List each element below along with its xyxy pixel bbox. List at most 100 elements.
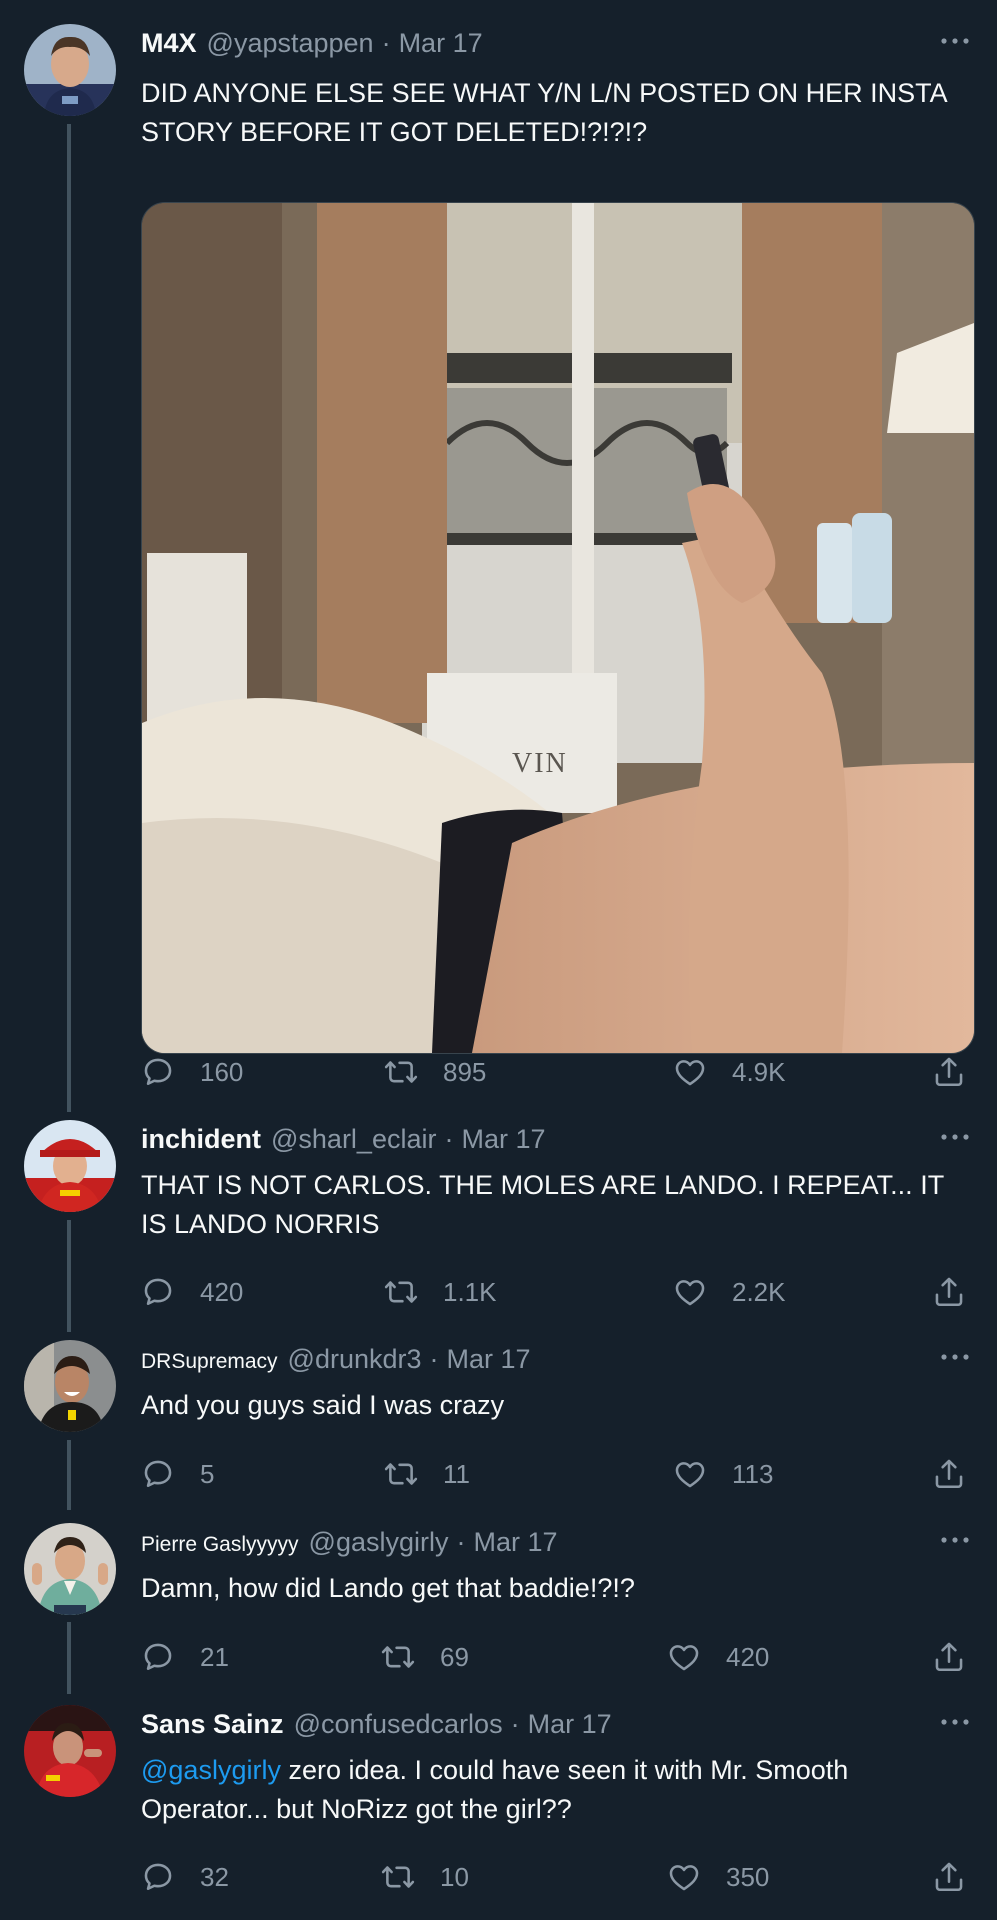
- share-button[interactable]: [932, 1272, 991, 1312]
- retweet-button[interactable]: 10: [381, 1857, 469, 1897]
- photo-bag-text: VIN: [512, 748, 568, 779]
- tweet-header: inchident @sharl_eclair · Mar 17: [141, 1124, 546, 1158]
- tweet-date[interactable]: Mar 17: [528, 1709, 612, 1740]
- display-name[interactable]: DRSupremacy: [141, 1350, 278, 1374]
- separator-dot: ·: [444, 1124, 454, 1154]
- speech-bubble-icon: [141, 1457, 175, 1491]
- tweet-text: THAT IS NOT CARLOS. THE MOLES ARE LANDO.…: [141, 1170, 944, 1239]
- more-button[interactable]: [935, 1122, 975, 1152]
- retweet-button[interactable]: 69: [381, 1637, 469, 1677]
- more-button[interactable]: [935, 1342, 975, 1372]
- like-count: 4.9K: [732, 1056, 786, 1087]
- user-handle[interactable]: @confusedcarlos: [294, 1709, 503, 1740]
- more-button[interactable]: [935, 1525, 975, 1555]
- reply-count: 21: [200, 1641, 229, 1672]
- tweet-header: Pierre Gaslyyyyy @gaslygirly · Mar 17: [141, 1527, 558, 1561]
- speech-bubble-icon: [141, 1860, 175, 1894]
- heart-icon: [667, 1860, 701, 1894]
- avatar[interactable]: [24, 1523, 116, 1615]
- display-name[interactable]: Pierre Gaslyyyyy: [141, 1533, 299, 1557]
- retweet-button[interactable]: 895: [384, 1052, 486, 1092]
- tweet-date[interactable]: Mar 17: [473, 1527, 557, 1558]
- retweet-button[interactable]: 1.1K: [384, 1272, 497, 1312]
- heart-icon: [673, 1457, 707, 1491]
- like-count: 2.2K: [732, 1276, 786, 1307]
- more-dots-icon: [940, 1133, 970, 1141]
- reply-button[interactable]: 160: [141, 1052, 243, 1092]
- tweet[interactable]: Sans Sainz @confusedcarlos · Mar 17 @gas…: [0, 1705, 997, 1915]
- tweet[interactable]: Pierre Gaslyyyyy @gaslygirly · Mar 17 Da…: [0, 1523, 997, 1673]
- user-handle[interactable]: @drunkdr3: [288, 1344, 422, 1375]
- mention-link[interactable]: @gaslygirly: [141, 1755, 281, 1785]
- retweet-arrows-icon: [384, 1457, 418, 1491]
- more-dots-icon: [940, 37, 970, 45]
- user-handle[interactable]: @yapstappen: [207, 28, 374, 59]
- tweet-text: And you guys said I was crazy: [141, 1390, 505, 1420]
- like-button[interactable]: 2.2K: [673, 1272, 786, 1312]
- retweet-arrows-icon: [384, 1055, 418, 1089]
- tweet-date[interactable]: Mar 17: [399, 28, 483, 59]
- tweet-header: M4X @yapstappen · Mar 17: [141, 28, 483, 62]
- speech-bubble-icon: [141, 1055, 175, 1089]
- share-button[interactable]: [932, 1454, 991, 1494]
- reply-button[interactable]: 21: [141, 1637, 229, 1677]
- tweet[interactable]: inchident @sharl_eclair · Mar 17 THAT IS…: [0, 1120, 997, 1330]
- like-button[interactable]: 4.9K: [673, 1052, 786, 1092]
- more-button[interactable]: [935, 1707, 975, 1737]
- tweet-date[interactable]: Mar 17: [461, 1124, 545, 1155]
- retweet-count: 10: [440, 1861, 469, 1892]
- tweet-actions: 420 1.1K 2.2K: [141, 1272, 971, 1312]
- display-name[interactable]: inchident: [141, 1124, 261, 1155]
- share-button[interactable]: [932, 1052, 991, 1092]
- like-count: 420: [726, 1641, 770, 1672]
- share-upload-icon: [932, 1055, 966, 1089]
- share-upload-icon: [932, 1860, 966, 1894]
- reply-count: 5: [200, 1458, 215, 1489]
- share-button[interactable]: [932, 1857, 991, 1897]
- avatar[interactable]: [24, 24, 116, 116]
- tweet[interactable]: DRSupremacy @drunkdr3 · Mar 17 And you g…: [0, 1340, 997, 1490]
- more-dots-icon: [940, 1718, 970, 1726]
- separator-dot: ·: [429, 1344, 439, 1374]
- tweet-actions: 21 69 420: [141, 1637, 971, 1677]
- more-dots-icon: [940, 1536, 970, 1544]
- retweet-count: 11: [443, 1458, 470, 1489]
- avatar[interactable]: [24, 1705, 116, 1797]
- speech-bubble-icon: [141, 1640, 175, 1674]
- like-button[interactable]: 113: [673, 1454, 773, 1494]
- share-upload-icon: [932, 1275, 966, 1309]
- tweet[interactable]: M4X @yapstappen · Mar 17 DID ANYONE ELSE…: [0, 24, 997, 1094]
- tweet-date[interactable]: Mar 17: [447, 1344, 531, 1375]
- like-button[interactable]: 420: [667, 1637, 769, 1677]
- reply-count: 32: [200, 1861, 229, 1892]
- retweet-arrows-icon: [381, 1860, 415, 1894]
- display-name[interactable]: M4X: [141, 28, 197, 59]
- like-button[interactable]: 350: [667, 1857, 769, 1897]
- reply-count: 160: [200, 1056, 244, 1087]
- retweet-arrows-icon: [381, 1640, 415, 1674]
- speech-bubble-icon: [141, 1275, 175, 1309]
- reply-button[interactable]: 420: [141, 1272, 243, 1312]
- avatar[interactable]: [24, 1340, 116, 1432]
- separator-dot: ·: [510, 1709, 520, 1739]
- heart-icon: [667, 1640, 701, 1674]
- user-handle[interactable]: @gaslygirly: [309, 1527, 449, 1558]
- heart-icon: [673, 1275, 707, 1309]
- tweet-header: DRSupremacy @drunkdr3 · Mar 17: [141, 1344, 531, 1378]
- retweet-button[interactable]: 11: [384, 1454, 470, 1494]
- more-button[interactable]: [935, 26, 975, 56]
- reply-button[interactable]: 32: [141, 1857, 229, 1897]
- tweet-photo[interactable]: VIN: [141, 202, 975, 1054]
- share-button[interactable]: [932, 1637, 991, 1677]
- share-upload-icon: [932, 1457, 966, 1491]
- reply-button[interactable]: 5: [141, 1454, 214, 1494]
- share-upload-icon: [932, 1640, 966, 1674]
- tweet-actions: 32 10 350: [141, 1857, 971, 1897]
- avatar[interactable]: [24, 1120, 116, 1212]
- display-name[interactable]: Sans Sainz: [141, 1709, 284, 1740]
- user-handle[interactable]: @sharl_eclair: [271, 1124, 436, 1155]
- separator-dot: ·: [381, 28, 391, 58]
- retweet-count: 1.1K: [443, 1276, 497, 1307]
- retweet-arrows-icon: [384, 1275, 418, 1309]
- separator-dot: ·: [456, 1527, 466, 1557]
